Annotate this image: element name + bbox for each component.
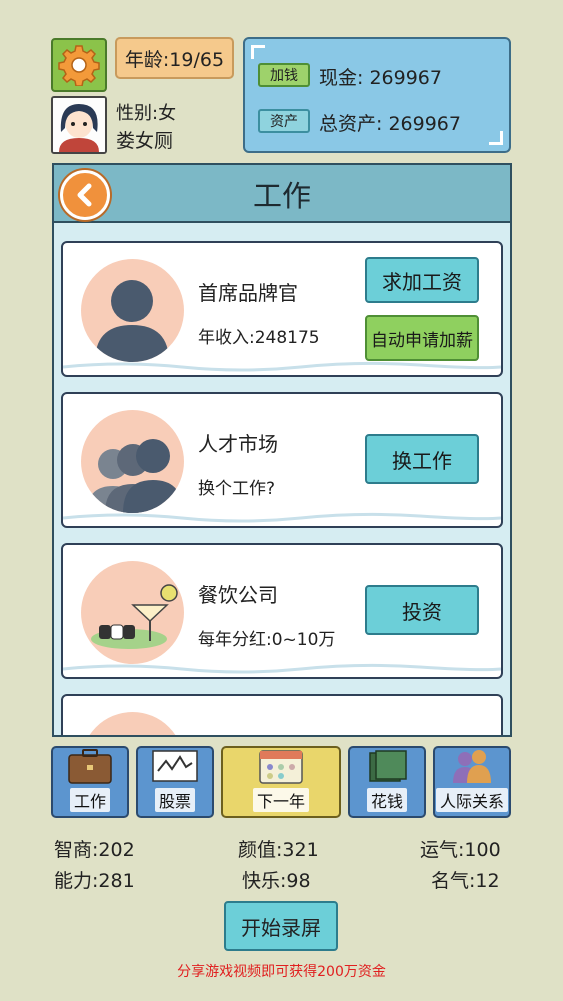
restaurant-avatar: [81, 561, 184, 664]
annual-income: 年收入:248175: [198, 328, 320, 348]
player-name: 娄女厕: [116, 130, 174, 152]
total-assets-label: 总资产: 269967: [319, 113, 461, 135]
stat-fame: 名气:12: [431, 870, 500, 892]
nav-label: 下一年: [252, 788, 309, 812]
wave-decoration: [63, 663, 501, 674]
money-panel: 加钱 现金: 269967 资产 总资产: 269967: [243, 37, 511, 153]
chevron-left-icon: [77, 183, 92, 207]
market-sub: 换个工作?: [198, 479, 276, 499]
nav-label: 人际关系: [435, 788, 508, 812]
wave-decoration: [63, 361, 501, 372]
cocktail-sushi-icon: [91, 584, 178, 649]
stat-luck: 运气:100: [420, 839, 501, 861]
nav-work-button[interactable]: 工作: [51, 746, 129, 818]
panel-title: 工作: [252, 179, 311, 213]
assets-button[interactable]: 资产: [258, 109, 310, 133]
gear-icon: [58, 45, 100, 86]
stat-looks: 颜值:321: [238, 839, 319, 861]
nav-label: 工作: [69, 788, 110, 812]
calendar-icon: [254, 745, 308, 785]
dividend-label: 每年分红:0~10万: [198, 630, 336, 650]
nav-label: 花钱: [366, 788, 407, 812]
talent-market-card: 人才市场 换个工作? 换工作: [61, 392, 503, 528]
market-avatar: [81, 410, 184, 513]
stat-happiness: 快乐:98: [242, 870, 311, 892]
nav-relations-button[interactable]: 人际关系: [433, 746, 511, 818]
start-recording-button[interactable]: 开始录屏: [224, 901, 338, 951]
wave-decoration: [63, 512, 501, 523]
panel-corner-decoration: [251, 45, 265, 59]
player-avatar[interactable]: [51, 96, 107, 154]
ask-raise-button[interactable]: 求加工资: [365, 257, 479, 303]
gender-label: 性别:女: [116, 103, 177, 124]
nav-label: 股票: [154, 788, 195, 812]
restaurant-card: 餐饮公司 每年分红:0~10万 投资: [61, 543, 503, 679]
change-job-button[interactable]: 换工作: [365, 434, 479, 484]
briefcase-icon: [63, 747, 117, 785]
partial-avatar: [81, 712, 184, 735]
nav-spend-button[interactable]: 花钱: [348, 746, 426, 818]
job-card: 首席品牌官 年收入:248175 求加工资 自动申请加薪: [61, 241, 503, 377]
group-silhouette-icon: [87, 439, 183, 513]
person-silhouette-icon: [95, 280, 169, 362]
partial-card: [61, 694, 503, 735]
add-money-button[interactable]: 加钱: [258, 63, 310, 87]
job-avatar: [81, 259, 184, 362]
panel-header: 工作: [54, 165, 510, 223]
job-title: 首席品牌官: [198, 281, 298, 305]
restaurant-title: 餐饮公司: [198, 583, 278, 607]
nav-stock-button[interactable]: 股票: [136, 746, 214, 818]
age-badge: 年龄:19/65: [115, 37, 234, 79]
invest-button[interactable]: 投资: [365, 585, 479, 635]
cash-label: 现金: 269967: [319, 67, 442, 89]
stock-chart-icon: [148, 747, 202, 785]
market-title: 人才市场: [198, 432, 278, 456]
next-year-button[interactable]: 下一年: [221, 746, 341, 818]
stat-iq: 智商:202: [54, 839, 135, 861]
money-stack-icon: [360, 747, 414, 785]
panel-corner-decoration: [489, 131, 503, 145]
stat-ability: 能力:281: [54, 870, 135, 892]
settings-button[interactable]: [51, 38, 107, 92]
people-icon: [445, 747, 499, 785]
back-button[interactable]: [60, 170, 110, 220]
share-promo-text: 分享游戏视频即可获得200万资金: [177, 964, 386, 980]
work-panel: 工作 首席品牌官 年收入:248175 求加工资 自动申请加薪 人才市场 换个工…: [52, 163, 512, 737]
